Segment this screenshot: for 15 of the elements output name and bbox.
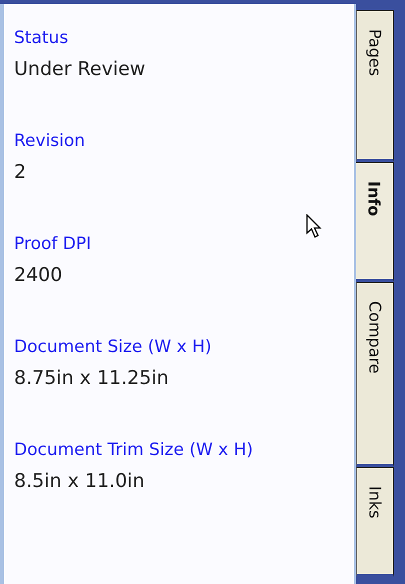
field-label: Status — [14, 28, 70, 48]
field-value: 2400 — [14, 264, 64, 286]
field-label: Revision — [14, 131, 86, 151]
field-value: 8.75in x 11.25in — [14, 367, 170, 389]
pointer-cursor-icon — [306, 214, 322, 240]
field-value: 2 — [14, 161, 28, 183]
field-label: Document Trim Size (W x H) — [14, 440, 254, 460]
field-value: Under Review — [14, 58, 146, 80]
side-tab[interactable]: Inks — [356, 467, 394, 577]
field-value: 8.5in x 11.0in — [14, 470, 146, 492]
field-label: Proof DPI — [14, 234, 92, 254]
field-label: Document Size (W x H) — [14, 337, 213, 357]
side-tab[interactable]: Pages — [356, 10, 394, 162]
side-tab[interactable]: Info — [354, 162, 394, 282]
side-tab[interactable]: Compare — [356, 282, 394, 467]
